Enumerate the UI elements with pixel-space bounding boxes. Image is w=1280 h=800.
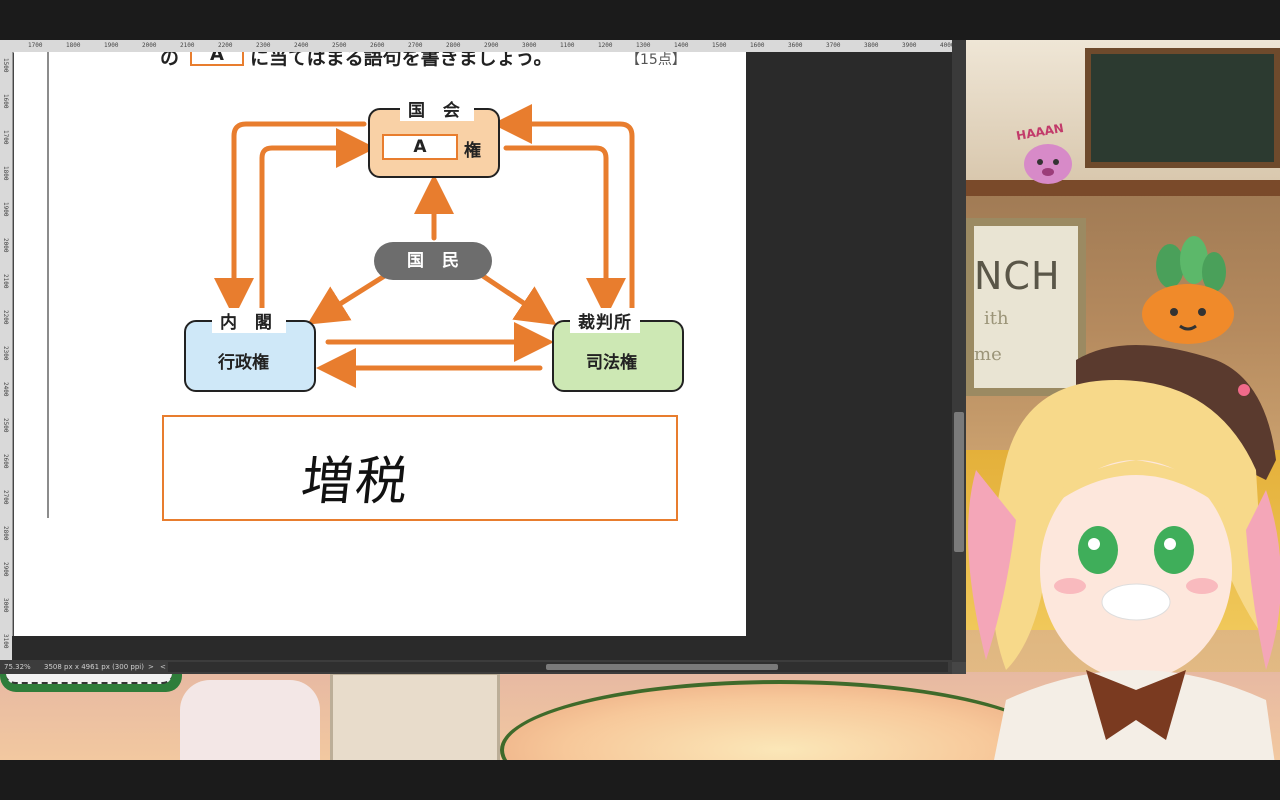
cabinet <box>330 672 500 760</box>
vertical-ruler: 1500 1600 1700 1800 1900 2000 2100 2200 2300 2400… <box>0 52 13 666</box>
horizontal-scrollbar[interactable] <box>168 662 948 672</box>
ruler-top-tick: 3700 <box>826 42 841 49</box>
ruler-top-tick: 2200 <box>218 42 233 49</box>
vertical-scrollbar[interactable] <box>952 40 966 662</box>
scroll-left-arrow[interactable]: < <box>160 660 166 674</box>
ruler-top-tick: 3000 <box>522 42 537 49</box>
plush-text: HAAAN <box>1015 121 1065 143</box>
ruler-top-tick: 2900 <box>484 42 499 49</box>
poster-line-1: NCH <box>974 254 1061 298</box>
ruler-top-tick: 1800 <box>66 42 81 49</box>
zoom-level[interactable]: 75.32% <box>4 660 31 674</box>
vertical-scroll-thumb[interactable] <box>954 412 964 552</box>
arrow-kokkai-to-saiban <box>503 145 626 318</box>
saiban-power-label: 司法権 <box>586 353 637 373</box>
ruler-left-tick: 2900 <box>2 562 9 577</box>
ruler-top-tick: 2700 <box>408 42 423 49</box>
naikaku-power-label: 行政権 <box>218 353 269 373</box>
ruler-top-tick: 2000 <box>142 42 157 49</box>
ruler-left-tick: 3100 <box>2 634 9 649</box>
ruler-left-tick: 1800 <box>2 166 9 181</box>
canvas-pasteboard <box>746 52 952 662</box>
ruler-top-tick: 2600 <box>370 42 385 49</box>
question-points: 【15点】 <box>626 52 686 68</box>
arrow-kokumin-to-saiban <box>471 267 557 326</box>
kokkai-power-label: 権 <box>464 141 481 161</box>
answer-box[interactable]: 増税 <box>162 415 678 521</box>
poster-line-2: ith <box>984 308 1009 329</box>
ruler-left-tick: 1500 <box>2 58 9 73</box>
ruler-left-tick: 2700 <box>2 490 9 505</box>
ruler-top-tick: 2400 <box>294 42 309 49</box>
ruler-top-tick: 4000 <box>940 42 952 49</box>
arrow-saiban-to-kokkai <box>492 104 635 319</box>
ruler-top-tick: 1700 <box>28 42 43 49</box>
kokkai-answer-box: A <box>382 134 458 160</box>
ruler-left-tick: 3000 <box>2 598 9 613</box>
plush-icon: HAAAN <box>1015 121 1072 184</box>
ruler-left-tick: 1700 <box>2 130 9 145</box>
question-answer-box-label: A <box>190 52 244 66</box>
ruler-left-tick: 1900 <box>2 202 9 217</box>
letterbox-bottom <box>0 760 1280 800</box>
ruler-top-tick: 2300 <box>256 42 271 49</box>
ruler-top-tick: 1200 <box>598 42 613 49</box>
saiban-title: 裁判所 <box>570 308 640 333</box>
kokumin-badge: 国民 <box>374 242 492 280</box>
ruler-left-tick: 2300 <box>2 346 9 361</box>
chalkboard <box>1085 48 1280 168</box>
ruler-top-tick: 1100 <box>560 42 575 49</box>
ruler-top-tick: 1300 <box>636 42 651 49</box>
margin-line <box>47 52 49 518</box>
ruler-left-tick: 2200 <box>2 310 9 325</box>
handwritten-answer: 増税 <box>298 452 413 512</box>
letterbox-top <box>0 0 1280 40</box>
naikaku-title: 内 閣 <box>212 308 286 333</box>
ruler-left-tick: 2600 <box>2 454 9 469</box>
ruler-top-tick: 1400 <box>674 42 689 49</box>
ruler-top-tick: 1900 <box>104 42 119 49</box>
ruler-left-tick: 2400 <box>2 382 9 397</box>
ruler-top-tick: 2100 <box>180 42 195 49</box>
canvas-pasteboard-bottom <box>12 636 952 662</box>
ruler-top-tick: 3800 <box>864 42 879 49</box>
status-expand-arrow[interactable]: > <box>148 660 154 674</box>
question-text: に当てはまる語句を書きましょう。 <box>250 52 553 69</box>
ruler-top-tick: 2500 <box>332 42 347 49</box>
question-prefix: の <box>160 52 180 69</box>
separation-of-powers-diagram: 国 会 A 権 国民 内 閣 行政権 裁判所 司法権 <box>168 96 688 392</box>
ruler-top-tick: 3600 <box>788 42 803 49</box>
arrow-naikaku-to-kokkai <box>259 128 376 319</box>
carrot-mascot-icon <box>1142 236 1234 344</box>
kokkai-title: 国 会 <box>400 96 474 121</box>
ruler-left-tick: 2000 <box>2 238 9 253</box>
ruler-top-tick: 1500 <box>712 42 727 49</box>
ruler-left-tick: 2100 <box>2 274 9 289</box>
ruler-top-tick: 2800 <box>446 42 461 49</box>
image-editor-window: 1700 1800 1900 2000 2100 2200 2300 2400 2500 2600… <box>0 40 966 674</box>
ruler-left-tick: 2800 <box>2 526 9 541</box>
document-info: 3508 px x 4961 px (300 ppi) <box>44 663 144 671</box>
ruler-top-tick: 3900 <box>902 42 917 49</box>
ruler-top-tick: 1600 <box>750 42 765 49</box>
vtuber-avatar <box>968 345 1280 760</box>
ruler-left-tick: 2500 <box>2 418 9 433</box>
horizontal-scroll-thumb[interactable] <box>546 664 778 670</box>
document-canvas[interactable]: の A に当てはまる語句を書きましょう。 【15点】 国 会 A 権 国民 内 … <box>14 52 746 636</box>
chair <box>180 680 320 760</box>
ruler-left-tick: 1600 <box>2 94 9 109</box>
